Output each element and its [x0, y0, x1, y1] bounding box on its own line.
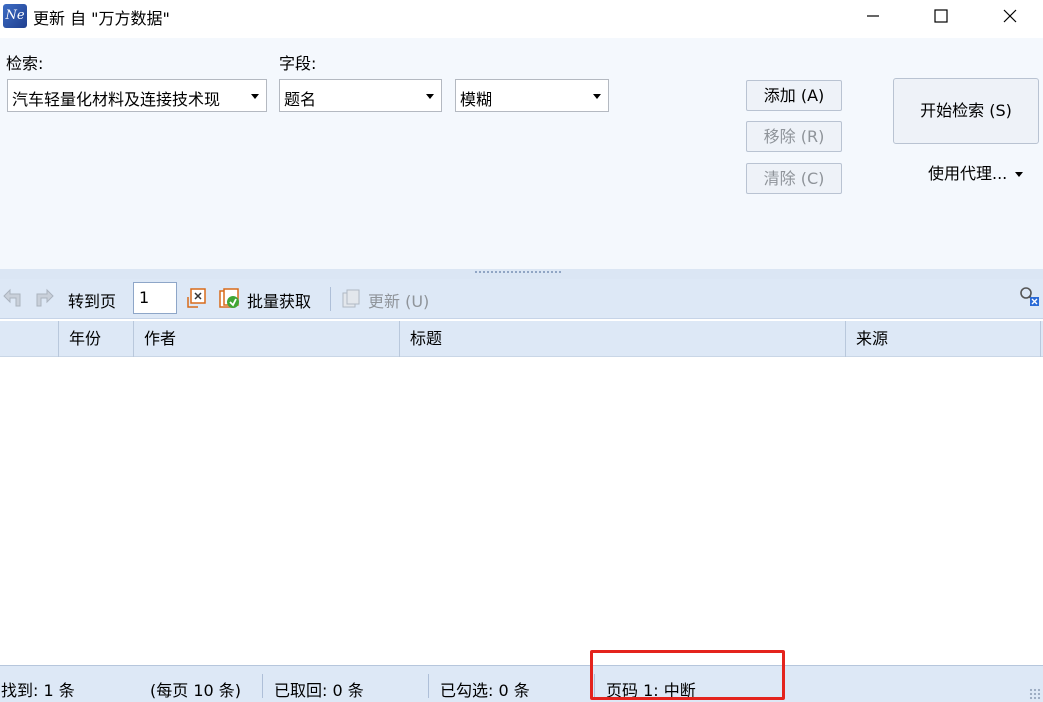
field-select[interactable]: 题名 — [279, 79, 442, 112]
clear-search-icon[interactable] — [1018, 285, 1040, 307]
results-table-header: 年份 作者 标题 来源 — [0, 321, 1043, 357]
column-header-title[interactable]: 标题 — [399, 321, 845, 357]
match-select[interactable]: 模糊 — [455, 79, 609, 112]
clear-button[interactable]: 清除 (C) — [746, 163, 842, 194]
status-retrieved: 已取回: 0 条 — [274, 681, 364, 700]
proxy-label: 使用代理... — [928, 164, 1008, 183]
column-header-year[interactable]: 年份 — [58, 321, 133, 357]
results-list[interactable] — [0, 357, 1043, 665]
field-value: 题名 — [284, 90, 317, 109]
chevron-down-icon — [593, 94, 601, 99]
chevron-down-icon — [251, 94, 259, 99]
query-label: 检索: — [6, 54, 44, 73]
chevron-down-icon — [1015, 172, 1024, 177]
proxy-dropdown[interactable]: 使用代理... — [928, 160, 1024, 184]
status-per-page: (每页 10 条) — [150, 681, 242, 700]
resize-grip[interactable] — [1029, 688, 1041, 700]
checkbox-column-header[interactable] — [0, 321, 58, 357]
close-icon — [1003, 9, 1017, 23]
update-button[interactable]: 更新 (U) — [368, 288, 429, 312]
column-header-source[interactable]: 来源 — [845, 321, 1041, 357]
goto-page-label: 转到页 — [68, 292, 117, 311]
status-found: 找到: 1 条 — [1, 681, 75, 700]
status-divider — [428, 674, 429, 698]
start-search-button[interactable]: 开始检索 (S) — [893, 78, 1039, 144]
remove-button[interactable]: 移除 (R) — [746, 121, 842, 152]
search-panel: 检索: 字段: 汽车轻量化材料及连接技术现 题名 模糊 添加 (A) 移除 (R… — [0, 38, 1043, 269]
batch-fetch-icon[interactable] — [218, 287, 240, 309]
query-combo[interactable]: 汽车轻量化材料及连接技术现 — [7, 79, 267, 112]
status-divider — [262, 674, 263, 698]
update-icon[interactable] — [340, 287, 362, 309]
batch-fetch-button[interactable]: 批量获取 — [247, 288, 311, 312]
minimize-button[interactable] — [850, 0, 896, 32]
query-value: 汽车轻量化材料及连接技术现 — [12, 90, 221, 109]
highlight-annotation — [590, 650, 785, 700]
results-toolbar: 转到页 1 批量获取 更新 (U) — [0, 279, 1043, 319]
goto-page-icon[interactable] — [186, 287, 208, 309]
chevron-down-icon — [426, 94, 434, 99]
status-bar: 找到: 1 条 (每页 10 条) 已取回: 0 条 已勾选: 0 条 页码 1… — [0, 665, 1043, 702]
page-number-input[interactable]: 1 — [133, 282, 177, 314]
prev-page-icon[interactable] — [1, 287, 23, 309]
maximize-icon — [934, 9, 948, 23]
status-checked: 已勾选: 0 条 — [440, 681, 530, 700]
title-bar: Ne 更新 自 "万方数据" — [0, 0, 1043, 32]
match-value: 模糊 — [460, 90, 493, 109]
next-page-icon[interactable] — [34, 287, 56, 309]
close-button[interactable] — [987, 0, 1033, 32]
minimize-icon — [867, 15, 879, 17]
field-label: 字段: — [279, 54, 317, 73]
splitter-grip[interactable] — [474, 270, 562, 274]
toolbar-divider — [330, 287, 331, 311]
add-button[interactable]: 添加 (A) — [746, 80, 842, 111]
column-header-author[interactable]: 作者 — [133, 321, 399, 357]
maximize-button[interactable] — [918, 0, 964, 32]
app-icon: Ne — [3, 4, 27, 28]
window-title: 更新 自 "万方数据" — [33, 9, 170, 28]
